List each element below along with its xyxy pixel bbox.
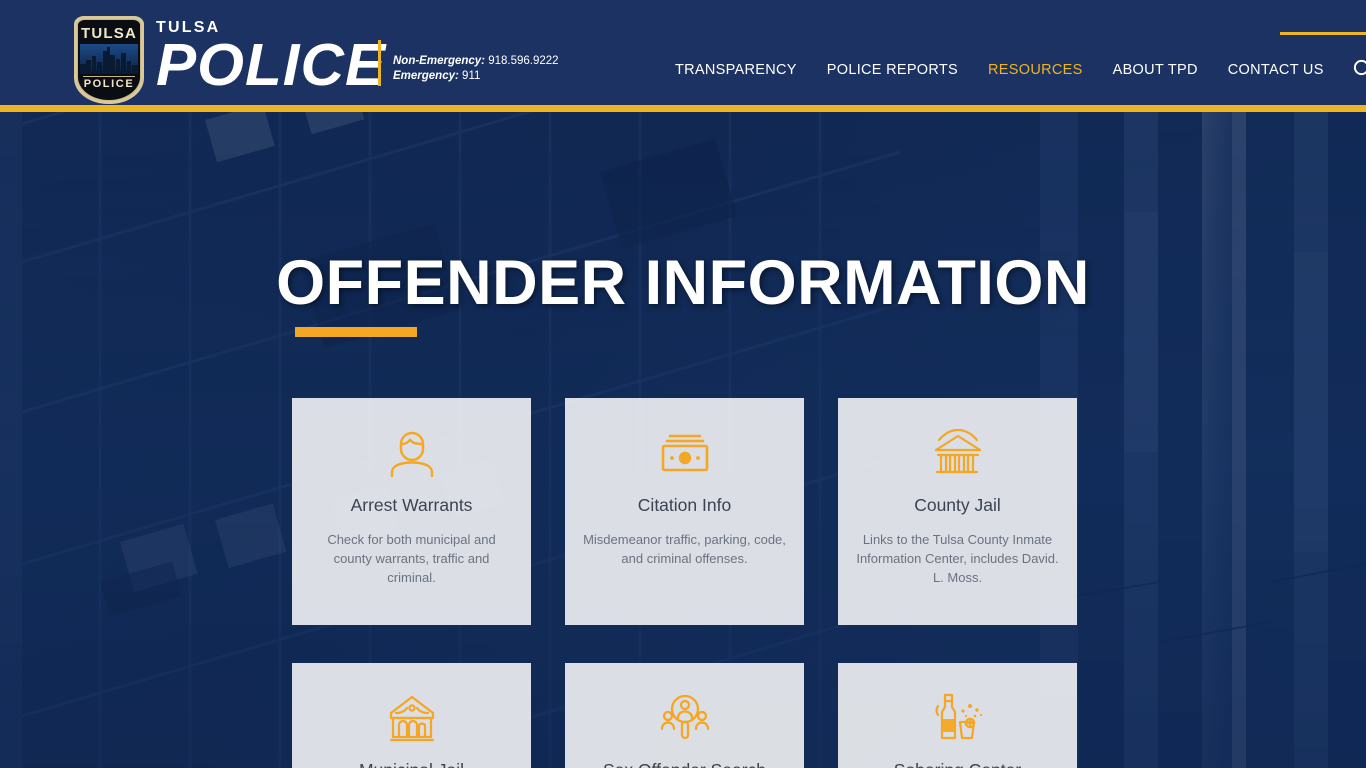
resource-card-grid: Arrest Warrants Check for both municipal…: [292, 398, 1077, 768]
nav-item-police-reports[interactable]: POLICE REPORTS: [812, 58, 973, 82]
search-icon[interactable]: [1352, 58, 1366, 80]
card-title: Sex Offender Search: [603, 760, 766, 768]
wordmark-divider: [378, 40, 381, 86]
site-header: TULSA POLICE TULSA POLICE Non-Emergency:…: [0, 0, 1366, 112]
bottle-glass-icon: [929, 689, 987, 747]
emergency-label: Emergency:: [393, 69, 459, 82]
card-sex-offender-search[interactable]: Sex Offender Search: [565, 663, 804, 768]
card-municipal-jail[interactable]: Municipal Jail: [292, 663, 531, 768]
nav-item-transparency[interactable]: TRANSPARENCY: [660, 58, 812, 82]
title-underline-accent: [295, 327, 417, 337]
card-arrest-warrants[interactable]: Arrest Warrants Check for both municipal…: [292, 398, 531, 625]
shield-icon: TULSA POLICE: [74, 16, 144, 104]
card-description: Misdemeanor traffic, parking, code, and …: [583, 532, 786, 567]
non-emergency-label: Non-Emergency:: [393, 55, 486, 67]
civic-building-icon: [383, 689, 441, 747]
skyline-icon: [80, 44, 138, 74]
person-bust-icon: [383, 424, 441, 482]
people-magnifier-icon: [656, 689, 714, 747]
tulsa-police-badge-logo[interactable]: TULSA POLICE: [74, 16, 144, 104]
hero-section: OFFENDER INFORMATION Arrest Warrants Che…: [0, 112, 1366, 768]
emergency-line: Emergency: 911: [393, 69, 559, 84]
badge-divider: [83, 76, 135, 77]
courthouse-icon: [929, 424, 987, 482]
card-title: County Jail: [914, 495, 1001, 515]
card-description: Check for both municipal and county warr…: [327, 532, 496, 585]
card-title: Citation Info: [637, 495, 732, 515]
badge-bottom-text: POLICE: [83, 78, 135, 90]
cash-banknote-icon: [656, 424, 714, 482]
nav-item-contact-us[interactable]: CONTACT US: [1213, 58, 1339, 82]
nav-item-resources[interactable]: RESOURCES: [973, 58, 1098, 82]
main-navigation: TRANSPARENCY POLICE REPORTS RESOURCES AB…: [660, 58, 1339, 82]
emergency-number[interactable]: 911: [462, 70, 480, 82]
header-accent-line: [1280, 32, 1366, 35]
page-title: OFFENDER INFORMATION: [276, 248, 1090, 318]
non-emergency-number[interactable]: 918.596.9222: [488, 55, 558, 67]
card-title: Municipal Jail: [359, 760, 464, 768]
card-county-jail[interactable]: County Jail Links to the Tulsa County In…: [838, 398, 1077, 625]
page-root: TULSA POLICE TULSA POLICE Non-Emergency:…: [0, 0, 1366, 768]
non-emergency-line: Non-Emergency: 918.596.9222: [393, 54, 559, 69]
site-wordmark[interactable]: TULSA POLICE: [156, 20, 386, 95]
card-title: Arrest Warrants: [350, 495, 473, 515]
contact-numbers: Non-Emergency: 918.596.9222 Emergency: 9…: [393, 54, 559, 83]
wordmark-line-police: POLICE: [156, 32, 387, 98]
card-citation-info[interactable]: Citation Info Misdemeanor traffic, parki…: [565, 398, 804, 625]
badge-top-text: TULSA: [81, 25, 137, 42]
nav-item-about-tpd[interactable]: ABOUT TPD: [1098, 58, 1213, 82]
card-title: Sobering Center: [894, 760, 1021, 768]
card-description: Links to the Tulsa County Inmate Informa…: [856, 532, 1059, 585]
card-sobering-center[interactable]: Sobering Center: [838, 663, 1077, 768]
